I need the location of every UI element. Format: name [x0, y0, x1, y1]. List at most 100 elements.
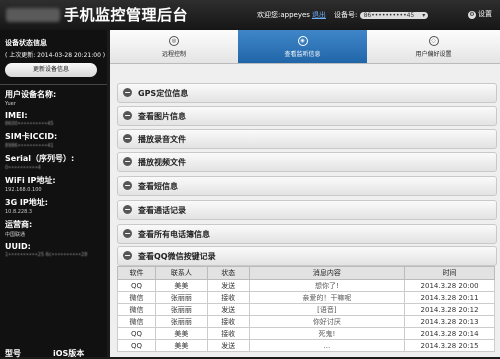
section-contacts[interactable]: − 查看所有电话簿信息	[117, 224, 497, 244]
minus-icon: −	[123, 205, 132, 214]
column-header: 消息内容	[248, 266, 406, 280]
field-value: Yuer	[5, 101, 16, 107]
minus-icon: −	[123, 157, 132, 166]
section-label: 查看所有电话簿信息	[138, 230, 210, 239]
device-label: 设备号:	[334, 11, 358, 19]
table-cell: 美美	[154, 327, 208, 340]
table-cell: QQ	[117, 339, 156, 352]
divider	[0, 84, 107, 85]
last-update: ( 上次更新: 2014-03-28 20:21:00 )	[5, 52, 106, 59]
table-cell: QQ	[117, 327, 156, 340]
table-cell: 微信	[117, 315, 156, 328]
table-cell: 发送	[206, 339, 250, 352]
field-label: 用户设备名称:	[5, 90, 57, 99]
field-label: 运营商:	[5, 220, 33, 229]
section-label: 查看图片信息	[138, 112, 186, 121]
table-row: QQ 美美 发送 … 2014.3.28 20:15	[117, 339, 495, 352]
tab-remote-control[interactable]: ◎ 远程控制	[110, 30, 238, 63]
device-info-list: 用户设备名称: Yuer IMEI: 8600••••••••••45 SIM卡…	[0, 89, 107, 258]
minus-icon: −	[123, 181, 132, 190]
ios-version-label: iOS版本	[53, 349, 85, 358]
app-title: 手机监控管理后台	[64, 6, 189, 24]
section-qq-wechat[interactable]: − 查看QQ微信按键记录	[117, 246, 497, 266]
gear-icon: ⚙	[468, 11, 476, 19]
section-call-log[interactable]: − 查看通话记录	[117, 200, 497, 220]
status-title: 设备状态信息	[5, 39, 47, 47]
table-cell: 接收	[206, 315, 250, 328]
welcome-label: 欢迎您:appeyes	[257, 11, 310, 19]
table-cell: 2014.3.28 20:11	[404, 291, 495, 304]
table-cell: 张丽丽	[154, 303, 208, 316]
tab-user-preferences[interactable]: ◌ 用户偏好设置	[367, 30, 500, 63]
minus-icon: −	[123, 229, 132, 238]
field-value: 8986••••••••••41	[5, 143, 54, 149]
table-cell: 2014.3.28 20:12	[404, 303, 495, 316]
field-label: WiFi IP地址:	[5, 176, 56, 185]
table-cell: QQ	[117, 279, 156, 292]
column-header: 软件	[117, 266, 156, 280]
remote-icon: ◎	[169, 36, 179, 46]
monitor-icon: ◉	[297, 36, 308, 46]
section-label: 播放视频文件	[138, 158, 186, 167]
field-label: SIM卡ICCID:	[5, 132, 58, 141]
table-cell: 接收	[206, 327, 250, 340]
device-selector: 设备号: 86••••••••••45 ▾	[334, 10, 429, 20]
section-images[interactable]: − 查看图片信息	[117, 106, 497, 126]
table-row: 微信 张丽丽 接收 亲爱的！干嘛呢 2014.3.28 20:11	[117, 291, 495, 304]
table-cell: 想你了!	[248, 279, 406, 292]
table-cell: 2014.3.28 20:00	[404, 279, 495, 292]
main-panel: ◎ 远程控制 ◉ 查看监听信息 ◌ 用户偏好设置 − GPS定位信息 − 查看图片信…	[110, 30, 500, 357]
tab-bar: ◎ 远程控制 ◉ 查看监听信息 ◌ 用户偏好设置	[110, 30, 500, 64]
table-cell: 发送	[206, 303, 250, 316]
column-header: 状态	[206, 266, 250, 280]
section-videos[interactable]: − 播放视频文件	[117, 152, 497, 172]
tab-label: 远程控制	[161, 51, 186, 58]
field-label: UUID:	[5, 242, 31, 251]
device-dropdown[interactable]: 86••••••••••45 ▾	[359, 12, 429, 19]
welcome-text: 欢迎您:appeyes 退出	[257, 10, 326, 20]
message-log-table: 软件 联系人 状态 消息内容 时间 QQ 美美 发送 想你了! 2014.3.2…	[117, 266, 495, 352]
field-label: 3G IP地址:	[5, 198, 48, 207]
minus-icon: −	[123, 111, 132, 120]
section-label: 查看QQ微信按键记录	[138, 252, 216, 261]
table-cell: 微信	[117, 303, 156, 316]
preferences-icon: ◌	[428, 36, 439, 46]
settings-button[interactable]: ⚙ 设置	[468, 9, 492, 19]
tab-label: 用户偏好设置	[415, 51, 452, 58]
chevron-down-icon: ▾	[422, 12, 426, 19]
tab-label: 查看监听信息	[284, 51, 321, 58]
section-label: 播放录音文件	[138, 135, 186, 144]
section-sms[interactable]: − 查看短信息	[117, 176, 497, 196]
section-label: 查看短信息	[138, 182, 178, 191]
table-row: 微信 张丽丽 接收 你好讨厌 2014.3.28 20:13	[117, 315, 495, 328]
top-bar: 手机监控管理后台 欢迎您:appeyes 退出 设备号: 86••••••••••…	[0, 0, 500, 30]
logout-link[interactable]: 退出	[312, 11, 326, 19]
field-value: 8600••••••••••45	[5, 121, 54, 127]
section-label: 查看通话记录	[138, 206, 186, 215]
table-cell: 死鬼!	[248, 327, 406, 340]
minus-icon: −	[123, 88, 132, 97]
table-row: QQ 美美 接收 死鬼! 2014.3.28 20:14	[117, 327, 495, 340]
tab-monitor-info[interactable]: ◉ 查看监听信息	[238, 30, 367, 63]
settings-label: 设置	[478, 10, 492, 18]
table-cell: 你好讨厌	[248, 315, 406, 328]
table-cell: 张丽丽	[154, 315, 208, 328]
update-device-button[interactable]: 更新设备信息	[5, 63, 97, 77]
table-cell: [语音]	[248, 303, 406, 316]
table-cell: 张丽丽	[154, 291, 208, 304]
table-cell: 2014.3.28 20:13	[404, 315, 495, 328]
column-header: 时间	[404, 266, 495, 280]
device-value: 86••••••••••45	[363, 12, 415, 19]
table-cell: 美美	[154, 339, 208, 352]
section-label: GPS定位信息	[138, 89, 189, 98]
table-cell: 发送	[206, 279, 250, 292]
section-gps[interactable]: − GPS定位信息	[117, 83, 497, 103]
minus-icon: −	[123, 251, 132, 260]
table-cell: 美美	[154, 279, 208, 292]
field-label: IMEI:	[5, 111, 28, 120]
field-value: 中国联通	[5, 232, 26, 238]
section-recordings[interactable]: − 播放录音文件	[117, 129, 497, 149]
table-header-row: 软件 联系人 状态 消息内容 时间	[117, 266, 495, 280]
field-value: 10.8.228.3	[5, 209, 33, 215]
field-value: 192.168.0.100	[5, 187, 42, 193]
